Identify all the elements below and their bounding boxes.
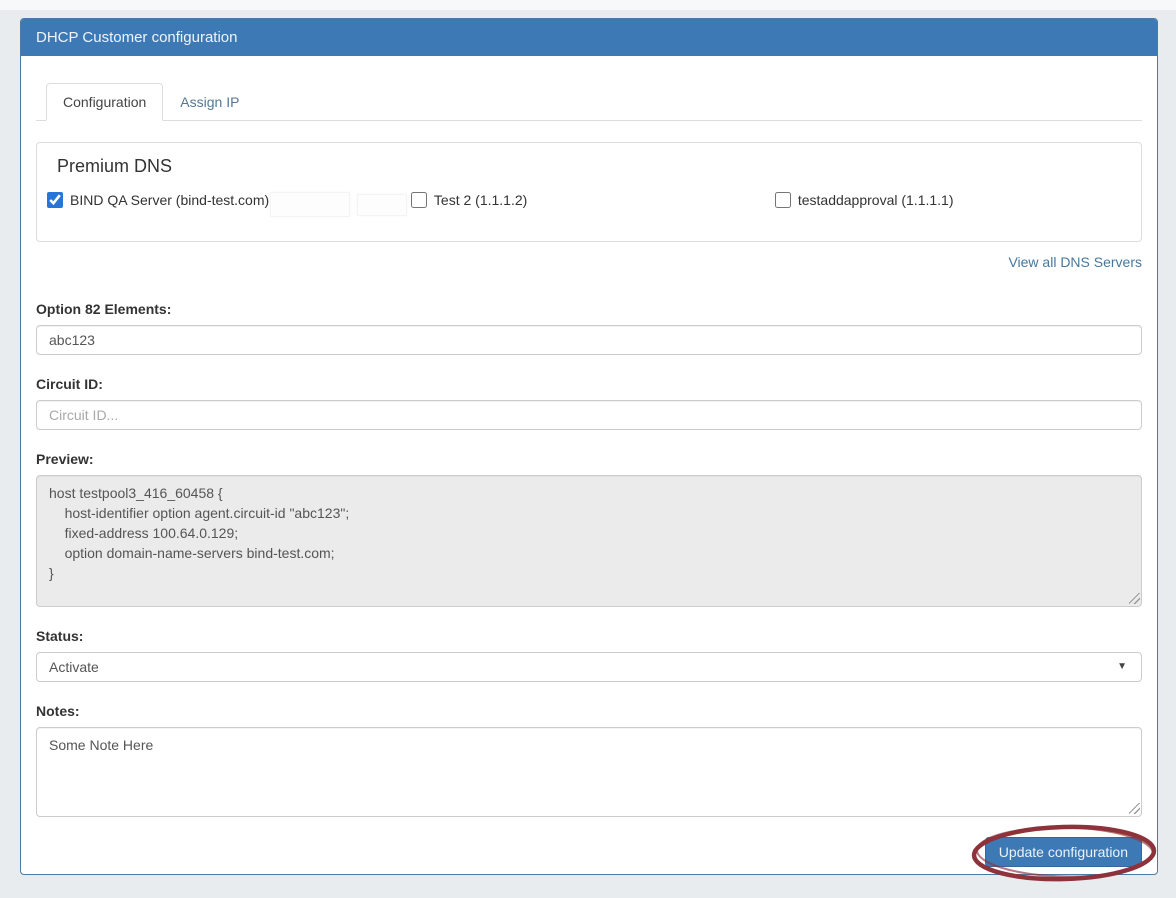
dhcp-configuration-panel: DHCP Customer configuration Configuratio… bbox=[20, 18, 1158, 875]
option82-label: Option 82 Elements: bbox=[36, 301, 1142, 317]
circuit-id-input[interactable] bbox=[36, 400, 1142, 430]
tab-configuration[interactable]: Configuration bbox=[46, 83, 163, 121]
notes-textarea[interactable]: Some Note Here bbox=[36, 727, 1142, 817]
premium-dns-title: Premium DNS bbox=[57, 156, 1133, 177]
button-row: Update configuration bbox=[36, 837, 1142, 869]
redaction-artifact bbox=[357, 194, 407, 216]
dns-server-option: BIND QA Server (bind-test.com) bbox=[45, 192, 409, 208]
tab-bar: Configuration Assign IP bbox=[36, 83, 1142, 121]
view-all-dns-row: View all DNS Servers bbox=[36, 254, 1142, 272]
status-label: Status: bbox=[36, 628, 1142, 644]
dns-checkbox-test2[interactable] bbox=[411, 192, 427, 208]
option82-input[interactable] bbox=[36, 325, 1142, 355]
dns-checkbox-testaddapproval[interactable] bbox=[775, 192, 791, 208]
preview-textarea[interactable]: host testpool3_416_60458 { host-identifi… bbox=[36, 475, 1142, 607]
circuit-id-label: Circuit ID: bbox=[36, 376, 1142, 392]
notes-label: Notes: bbox=[36, 703, 1142, 719]
redaction-artifact bbox=[270, 192, 350, 217]
premium-dns-section: Premium DNS BIND QA Server (bind-test.co… bbox=[36, 142, 1142, 242]
dns-server-option: Test 2 (1.1.1.2) bbox=[409, 192, 773, 208]
chevron-down-icon: ▼ bbox=[1117, 653, 1127, 681]
dns-server-list: BIND QA Server (bind-test.com) Test 2 (1… bbox=[45, 192, 1133, 208]
view-all-dns-servers-link[interactable]: View all DNS Servers bbox=[1008, 254, 1142, 270]
panel-title: DHCP Customer configuration bbox=[21, 19, 1157, 56]
dns-checkbox-label: testaddapproval (1.1.1.1) bbox=[798, 192, 954, 208]
tab-assign-ip[interactable]: Assign IP bbox=[163, 83, 256, 121]
status-selected-value: Activate bbox=[49, 653, 99, 681]
dns-checkbox-bind-qa-server[interactable] bbox=[47, 192, 63, 208]
page-top-strip bbox=[0, 0, 1176, 10]
dns-checkbox-label: Test 2 (1.1.1.2) bbox=[434, 192, 527, 208]
update-configuration-button[interactable]: Update configuration bbox=[985, 837, 1142, 867]
dns-server-option: testaddapproval (1.1.1.1) bbox=[773, 192, 1137, 208]
dns-checkbox-label: BIND QA Server (bind-test.com) bbox=[70, 192, 269, 208]
status-select[interactable]: Activate ▼ bbox=[36, 652, 1142, 682]
preview-label: Preview: bbox=[36, 451, 1142, 467]
